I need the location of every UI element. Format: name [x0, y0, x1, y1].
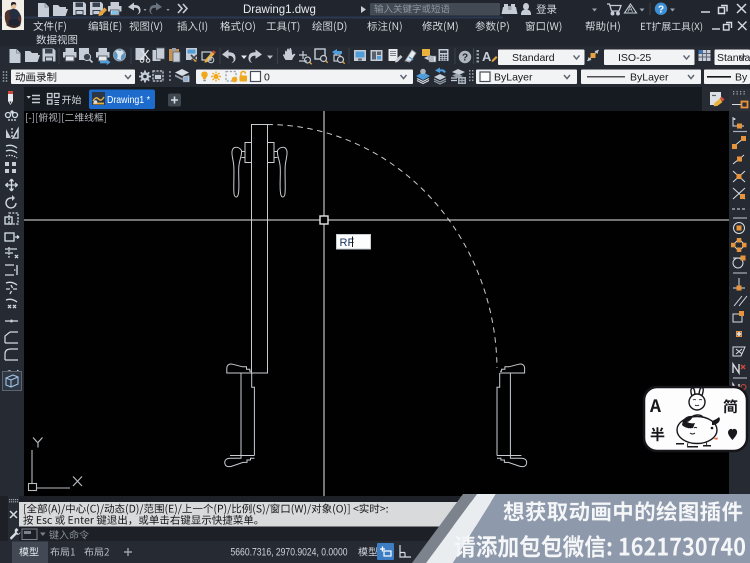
- svg-text:Drawing1.dwg: Drawing1.dwg: [243, 4, 316, 16]
- svg-text:Standard: Standard: [512, 52, 555, 64]
- svg-text:A: A: [628, 5, 634, 14]
- svg-text:0: 0: [264, 72, 270, 84]
- svg-text:By: By: [735, 72, 748, 84]
- svg-text:Drawing1 *: Drawing1 *: [107, 95, 150, 106]
- svg-text:ByLayer: ByLayer: [494, 72, 533, 84]
- svg-text:?: ?: [462, 53, 468, 64]
- svg-text:5660.7316, 2970.9024, 0.0000: 5660.7316, 2970.9024, 0.0000: [231, 547, 348, 559]
- svg-text:ByLayer: ByLayer: [630, 72, 669, 84]
- svg-text:?: ?: [658, 4, 664, 15]
- svg-text:Standa: Standa: [717, 52, 750, 64]
- svg-text:ISO-25: ISO-25: [618, 52, 651, 64]
- svg-text:A: A: [482, 49, 492, 64]
